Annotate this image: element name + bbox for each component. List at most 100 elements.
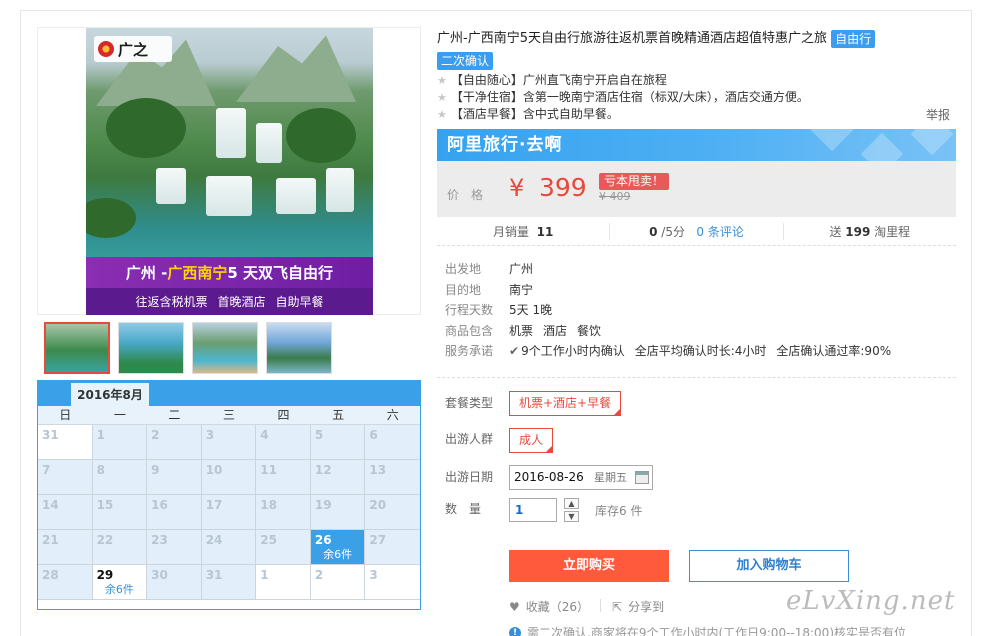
report-link[interactable]: 举报 — [926, 106, 950, 123]
meta-row: 服务承诺 ✔ 9个工作小时内确认 全店平均确认时长:4小时 全店确认通过率:90% — [445, 341, 891, 362]
feature-list: ★ 【自由随心】广州直飞南宁开启自在旅程 ★ 【干净住宿】含第一晚南宁酒店住宿（标双… — [437, 72, 809, 123]
buy-now-button[interactable]: 立即购买 — [509, 550, 669, 582]
calendar-icon[interactable] — [635, 471, 649, 484]
calendar-day[interactable]: 14 — [38, 495, 93, 530]
points: 送 199 淘里程 — [782, 223, 956, 240]
day-number: 22 — [96, 533, 114, 547]
calendar-day[interactable]: 10 — [201, 460, 257, 495]
main-product-image[interactable]: 广之 广州 - 广西南宁 5 天双飞自由行 往返含税机票 首晚酒店 自助早餐 — [37, 27, 421, 315]
calendar-day[interactable]: 23 — [147, 530, 202, 565]
day-number: 30 — [151, 568, 168, 582]
tree-shape — [86, 198, 136, 238]
day-number: 7 — [42, 463, 51, 477]
calendar-day[interactable]: 13 — [365, 460, 420, 495]
thumbnail-3[interactable] — [192, 322, 258, 374]
calendar-day[interactable]: 27 — [365, 530, 420, 565]
waterfall-shape — [276, 178, 316, 214]
day-number: 4 — [260, 428, 269, 442]
waterfall-shape — [216, 108, 246, 158]
add-to-cart-button[interactable]: 加入购物车 — [689, 550, 849, 582]
rating: 0 /5分 0 条评论 — [609, 223, 782, 240]
calendar-day[interactable]: 25 — [256, 530, 311, 565]
calendar-day[interactable]: 1 — [92, 425, 148, 460]
price-value: 399 — [539, 173, 587, 202]
day-stock: 余6件 — [323, 548, 353, 561]
price-box: 价格 ¥ 399 亏本甩卖！ ¥ 409 — [437, 161, 956, 217]
meta-key: 行程天数 — [445, 303, 494, 318]
quantity-input[interactable]: 1 — [509, 498, 557, 522]
day-number: 2 — [314, 568, 324, 582]
calendar-day[interactable]: 1 — [256, 565, 311, 600]
calendar-day[interactable]: 6 — [365, 425, 420, 460]
flower-icon — [98, 41, 114, 57]
calendar-day[interactable]: 21 — [38, 530, 93, 565]
calendar-day[interactable]: 17 — [201, 495, 257, 530]
calendar-day[interactable]: 18 — [256, 495, 311, 530]
reviews-link[interactable]: 0 条评论 — [696, 225, 743, 239]
date-input[interactable]: 2016-08-26 星期五 — [509, 465, 653, 490]
calendar-month-tab[interactable]: 2016年8月 — [71, 383, 149, 406]
weekday-label: 一 — [113, 408, 126, 422]
share-button[interactable]: ⇱ 分享到 — [612, 598, 664, 615]
meta-value-item: 全店平均确认时长:4小时 — [634, 344, 767, 359]
calendar-day[interactable]: 11 — [256, 460, 311, 495]
calendar-day[interactable]: 31 — [201, 565, 257, 600]
feature-item: ★ 【酒店早餐】含中式自助早餐。 — [437, 107, 619, 121]
thumbnail-4[interactable] — [266, 322, 332, 374]
logo-text: 广之 — [118, 40, 149, 59]
route-includes: 往返含税机票 首晚酒店 自助早餐 — [86, 288, 373, 315]
calendar-day[interactable]: 7 — [38, 460, 93, 495]
calendar-day[interactable]: 22 — [92, 530, 148, 565]
confirm-notice: ! 需二次确认,商家将在9个工作小时内(工作日9:00--18:00)核实是否有… — [509, 624, 906, 636]
calendar-day[interactable]: 19 — [310, 495, 366, 530]
calendar-day[interactable]: 12 — [310, 460, 366, 495]
increase-icon[interactable]: ▲ — [564, 498, 579, 509]
calendar-day[interactable]: 26 余6件 — [310, 530, 366, 565]
thumbnail-2[interactable] — [118, 322, 184, 374]
original-price: ¥ 409 — [599, 190, 631, 203]
calendar-day[interactable]: 5 — [310, 425, 366, 460]
day-number: 16 — [151, 498, 168, 512]
star-icon: ★ — [437, 108, 447, 121]
price-currency: ¥ — [509, 174, 525, 202]
meta-row: 目的地 南宁 — [445, 280, 891, 301]
waterfall-shape — [206, 176, 252, 216]
favorite-button[interactable]: ♥ 收藏（26） — [509, 598, 589, 615]
mountain-shape — [236, 35, 356, 102]
day-number: 1 — [96, 428, 105, 442]
calendar-day[interactable]: 16 — [147, 495, 202, 530]
calendar-day[interactable]: 2 — [147, 425, 202, 460]
calendar-day[interactable]: 15 — [92, 495, 148, 530]
day-number: 15 — [96, 498, 114, 512]
calendar-day[interactable]: 9 — [147, 460, 202, 495]
calendar-day[interactable]: 31 — [38, 425, 93, 460]
day-number: 3 — [369, 568, 378, 582]
tree-shape — [286, 108, 356, 163]
day-number: 5 — [314, 428, 324, 442]
decor-shape — [810, 129, 854, 152]
people-option[interactable]: 成人 — [509, 428, 554, 453]
calendar-day[interactable]: 24 — [201, 530, 257, 565]
calendar-day[interactable]: 3 — [365, 565, 420, 600]
calendar-day[interactable]: 29 余6件 — [92, 565, 148, 600]
calendar-day[interactable]: 3 — [201, 425, 257, 460]
decor-shape — [860, 132, 904, 161]
date-weekday: 星期五 — [594, 471, 627, 484]
calendar-day[interactable]: 8 — [92, 460, 148, 495]
meta-key: 出发地 — [445, 262, 482, 276]
thumbnail-1[interactable] — [44, 322, 110, 374]
date-label: 出游日期 — [445, 470, 494, 484]
calendar-day[interactable]: 30 — [147, 565, 202, 600]
date-value: 2016-08-26 — [514, 470, 584, 484]
package-option[interactable]: 机票+酒店+早餐 — [509, 391, 622, 416]
calendar-day[interactable]: 28 — [38, 565, 93, 600]
decrease-icon[interactable]: ▼ — [564, 511, 579, 522]
product-title-block: 广州-广西南宁5天自由行旅游往返机票首晚精通酒店超值特惠广之旅 自由行 二次确认 — [437, 28, 917, 72]
meta-value: 南宁 — [509, 280, 533, 301]
route-from: 广州 - — [125, 264, 168, 282]
route-to: 广西南宁 — [167, 264, 228, 282]
calendar-day[interactable]: 2 — [310, 565, 366, 600]
calendar-day[interactable]: 4 — [256, 425, 311, 460]
star-icon: ★ — [437, 74, 447, 87]
calendar-day[interactable]: 20 — [365, 495, 420, 530]
